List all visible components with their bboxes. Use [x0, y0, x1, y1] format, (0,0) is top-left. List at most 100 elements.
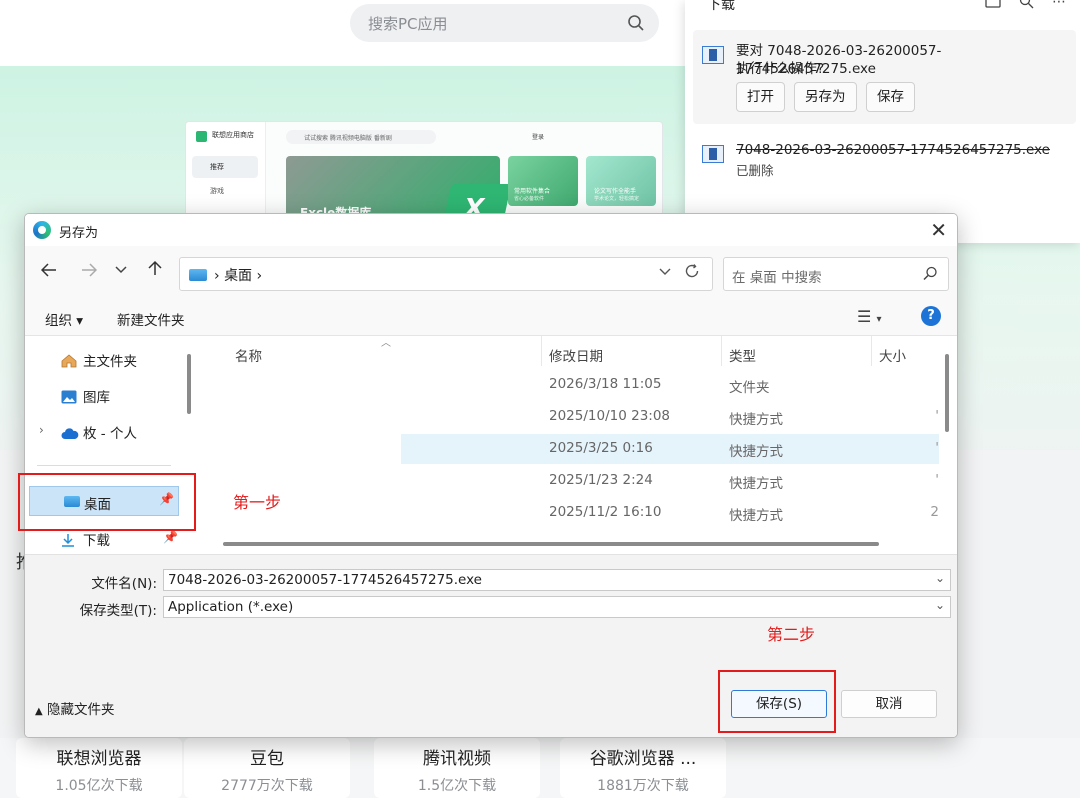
- folder-icon[interactable]: [985, 0, 1001, 13]
- list-vertical-scrollbar[interactable]: [945, 354, 949, 432]
- deleted-status: 已删除: [736, 163, 774, 178]
- row-type: 快捷方式: [729, 476, 783, 492]
- filetype-value: Application (*.exe): [168, 599, 294, 615]
- search-input[interactable]: 在 桌面 中搜索: [723, 257, 949, 291]
- breadcrumb[interactable]: › 桌面 ›: [214, 265, 262, 285]
- filename-input[interactable]: 7048-2026-03-26200057-1774526457275.exe …: [163, 569, 951, 591]
- organize-menu[interactable]: 组织 ▾: [45, 309, 83, 329]
- pin-icon: 📌: [163, 530, 178, 544]
- save-as-button[interactable]: 另存为: [794, 82, 857, 112]
- nav-item-downloads[interactable]: 下载: [61, 529, 110, 549]
- table-row[interactable]: 2026/3/18 11:05 文件夹: [401, 370, 939, 400]
- nav-label: 下载: [83, 533, 110, 549]
- close-icon[interactable]: ✕: [930, 218, 947, 242]
- file-list: ︿ 名称 修改日期 类型 大小 2026/3/18 11:05 文件夹 2025…: [201, 336, 949, 554]
- app-card-doubao[interactable]: 豆包 2777万次下载: [184, 738, 350, 798]
- app-downloads: 2777万次下载: [221, 778, 313, 794]
- dialog-title: 另存为: [59, 226, 99, 241]
- app-downloads: 1881万次下载: [597, 778, 689, 794]
- column-header-size[interactable]: 大小: [879, 345, 906, 365]
- table-row[interactable]: 2025/1/23 2:24 快捷方式 ': [401, 466, 939, 496]
- filetype-label: 保存类型(T):: [79, 603, 157, 619]
- annotation-step1: 第一步: [233, 493, 282, 512]
- chevron-down-icon[interactable]: [115, 262, 127, 281]
- deleted-filename-link[interactable]: 7048-2026-03-26200057-1774526457275.exe: [736, 141, 1050, 159]
- chevron-down-icon[interactable]: [658, 264, 672, 282]
- store-logo-icon: [196, 131, 207, 142]
- column-divider[interactable]: [721, 336, 722, 366]
- download-arrow-icon: [61, 533, 77, 547]
- thumb-login: 登录: [532, 134, 545, 141]
- app-card-chrome[interactable]: 谷歌浏览器 ... 1881万次下载: [560, 738, 726, 798]
- search-icon[interactable]: [923, 266, 938, 285]
- annotation-box-step2: [718, 670, 836, 733]
- thumb-nav-recommend: 推荐: [192, 156, 258, 178]
- filename-value: 7048-2026-03-26200057-1774526457275.exe: [168, 572, 482, 588]
- save-button[interactable]: 保存: [866, 82, 915, 112]
- filetype-select[interactable]: Application (*.exe) ⌄: [163, 596, 951, 618]
- store-preview-thumbnail: 联想应用商店 推荐 游戏 试试搜索 腾讯视频电脑版 番新剧 登录 X Excle…: [185, 121, 663, 221]
- downloads-toolbar: ⋯: [985, 0, 1066, 13]
- app-downloads: 1.5亿次下载: [417, 778, 497, 794]
- row-size: ': [935, 440, 939, 456]
- search-icon[interactable]: [627, 14, 645, 36]
- app-card-tencent-video[interactable]: 腾讯视频 1.5亿次下载: [374, 738, 540, 798]
- dialog-titlebar[interactable]: 另存为 ✕: [25, 214, 957, 246]
- column-header-name[interactable]: 名称: [235, 345, 262, 365]
- dialog-toolbar: 组织 ▾ 新建文件夹 ☰ ▾ ?: [25, 298, 957, 336]
- row-size: ': [935, 408, 939, 424]
- list-horizontal-scrollbar[interactable]: [223, 542, 879, 546]
- thumb-banner: X Excle数据库: [286, 156, 512, 220]
- column-header-type[interactable]: 类型: [729, 345, 756, 365]
- nav-label: 主文件夹: [83, 354, 137, 370]
- row-date: 2025/3/25 0:16: [549, 440, 653, 456]
- app-name: 腾讯视频: [423, 749, 491, 769]
- thumb-card1-sub: 省心必备软件: [514, 196, 545, 202]
- exe-file-icon: [702, 145, 724, 163]
- nav-item-onedrive[interactable]: 枚 - 个人: [61, 422, 137, 442]
- store-search-box[interactable]: 搜索PC应用: [350, 4, 659, 42]
- cancel-button[interactable]: 取消: [841, 690, 937, 718]
- nav-label: 枚 - 个人: [83, 426, 137, 442]
- table-row[interactable]: 2025/10/10 23:08 快捷方式 ': [401, 402, 939, 432]
- app-downloads: 1.05亿次下载: [55, 778, 143, 794]
- row-date: 2026/3/18 11:05: [549, 376, 662, 392]
- row-date: 2025/10/10 23:08: [549, 408, 671, 424]
- search-icon[interactable]: [1019, 0, 1034, 13]
- table-row[interactable]: 2025/11/2 16:10 快捷方式 2: [401, 498, 939, 528]
- row-type: 文件夹: [729, 380, 770, 396]
- chevron-down-icon[interactable]: ⌄: [935, 571, 945, 585]
- search-placeholder: 在 桌面 中搜索: [732, 270, 822, 286]
- address-row: › 桌面 › 在 桌面 中搜索: [25, 246, 957, 298]
- gallery-icon: [61, 390, 77, 404]
- row-date: 2025/1/23 2:24: [549, 472, 653, 488]
- back-arrow-icon[interactable]: [40, 262, 57, 281]
- refresh-icon[interactable]: [684, 263, 700, 283]
- chevron-right-icon[interactable]: ›: [39, 423, 44, 437]
- column-divider[interactable]: [541, 336, 542, 366]
- annotation-box-step1: [18, 473, 196, 531]
- app-card-lenovo-browser[interactable]: 联想浏览器 1.05亿次下载: [16, 738, 182, 798]
- nav-item-gallery[interactable]: 图库: [61, 386, 110, 406]
- download-prompt-line2: 执行什么操作?: [736, 61, 825, 77]
- open-button[interactable]: 打开: [736, 82, 785, 112]
- more-icon[interactable]: ⋯: [1052, 0, 1066, 13]
- row-size: 2: [930, 504, 939, 520]
- column-header-modified[interactable]: 修改日期: [549, 345, 603, 365]
- save-fields: 文件名(N): 7048-2026-03-26200057-1774526457…: [25, 554, 957, 664]
- table-row[interactable]: 2025/3/25 0:16 快捷方式 ': [401, 434, 939, 464]
- hide-folders-toggle[interactable]: ▲ 隐藏文件夹: [35, 698, 115, 718]
- help-icon[interactable]: ?: [921, 306, 941, 326]
- breadcrumb-desktop[interactable]: 桌面: [224, 268, 252, 284]
- column-divider[interactable]: [871, 336, 872, 366]
- nav-scrollbar[interactable]: [187, 354, 191, 414]
- new-folder-button[interactable]: 新建文件夹: [117, 309, 185, 329]
- view-options-icon[interactable]: ☰ ▾: [857, 307, 881, 326]
- nav-item-home[interactable]: 主文件夹: [61, 350, 137, 370]
- annotation-step2: 第二步: [767, 625, 816, 644]
- row-size: ': [935, 472, 939, 488]
- address-bar[interactable]: › 桌面 ›: [179, 257, 713, 291]
- chevron-down-icon[interactable]: ⌄: [935, 598, 945, 612]
- forward-arrow-icon[interactable]: [81, 262, 98, 281]
- up-arrow-icon[interactable]: [147, 260, 163, 280]
